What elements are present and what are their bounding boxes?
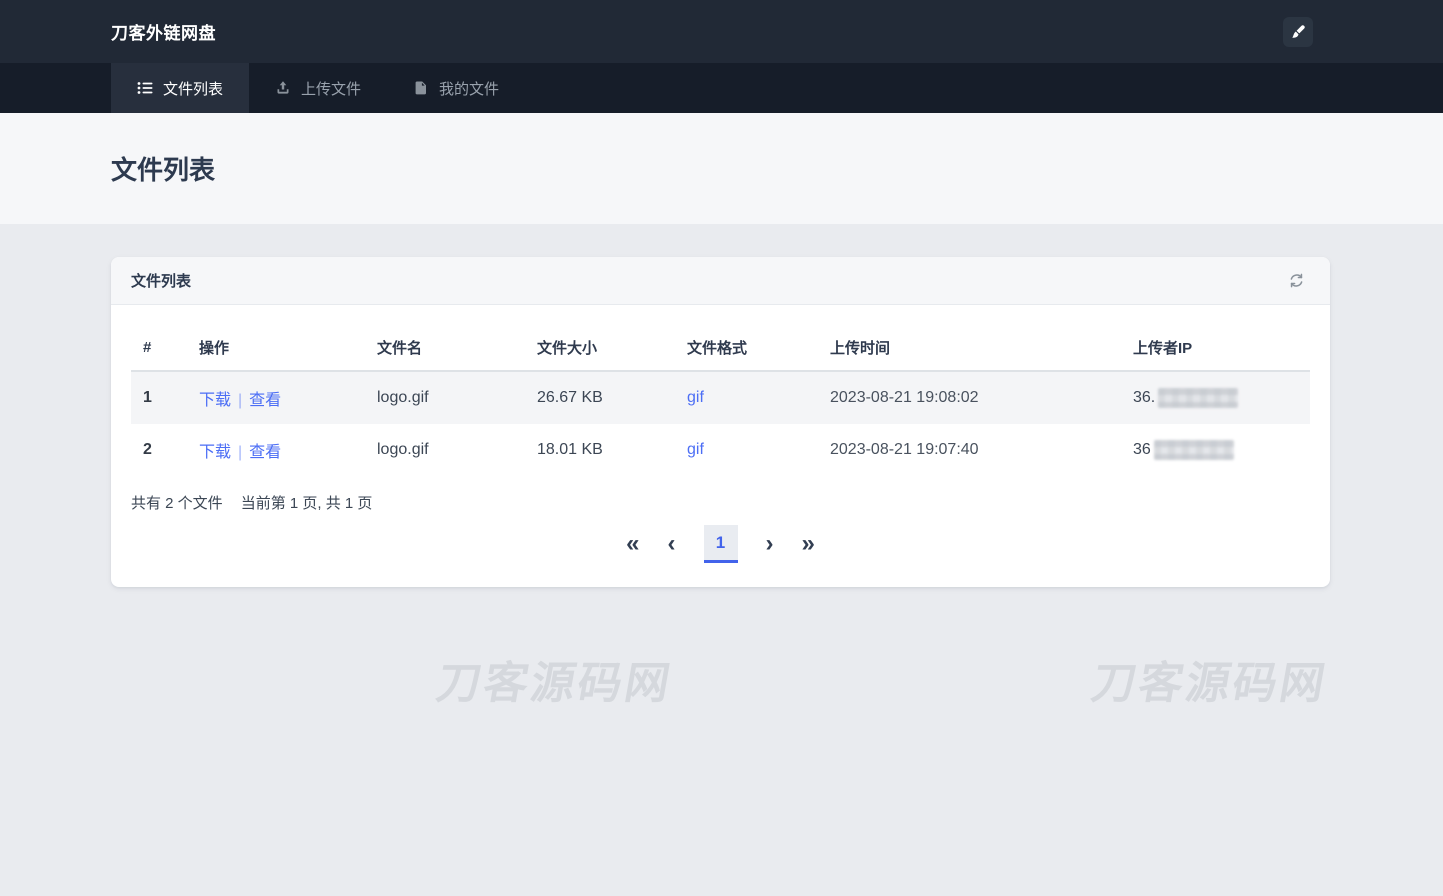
pagination-next-button[interactable]: ›: [760, 530, 780, 558]
pagination-last-button[interactable]: »: [796, 530, 821, 558]
row-index: 2: [143, 441, 152, 458]
view-link[interactable]: 查看: [249, 444, 281, 461]
ip-visible-text: 36: [1133, 441, 1151, 459]
main-nav: 文件列表 上传文件 我的文件: [0, 63, 1443, 113]
refresh-icon: [1287, 271, 1306, 290]
tab-label: 我的文件: [439, 80, 500, 98]
brand-title: 刀客外链网盘: [111, 24, 216, 43]
ip-redacted-blur: [1153, 440, 1234, 460]
pagination-prev-button[interactable]: ‹: [662, 530, 682, 558]
page-title: 文件列表: [111, 155, 216, 185]
row-actions: 下载 | 查看: [187, 371, 365, 424]
paintbrush-icon: [1290, 24, 1306, 40]
pagination-first-button[interactable]: «: [620, 530, 645, 558]
col-header-ip: 上传者IP: [1121, 325, 1310, 372]
col-header-index: #: [131, 325, 187, 372]
list-icon: [137, 80, 153, 96]
row-ip: 36: [1121, 424, 1310, 476]
action-separator: |: [238, 392, 243, 409]
watermark: 刀客源码网: [432, 659, 677, 708]
row-index: 1: [131, 371, 187, 424]
tab-file-list[interactable]: 文件列表: [111, 63, 250, 113]
upload-icon: [275, 80, 291, 96]
ip-redacted-blur: [1158, 388, 1239, 408]
col-header-filename: 文件名: [365, 325, 525, 372]
download-link[interactable]: 下载: [199, 444, 231, 461]
card-title: 文件列表: [131, 273, 192, 290]
file-table: # 操作 文件名 文件大小 文件格式 上传时间 上传者IP 1 下载 | 查看: [131, 325, 1310, 476]
row-size: 26.67 KB: [525, 371, 675, 424]
row-ip: 36.: [1121, 371, 1310, 424]
col-header-format: 文件格式: [675, 325, 818, 372]
card-header: 文件列表: [111, 257, 1330, 305]
table-row: 2 下载 | 查看 logo.gif 18.01 KB gif 2023-08-21…: [131, 424, 1310, 476]
row-format: gif: [675, 371, 818, 424]
tab-label: 文件列表: [163, 80, 224, 98]
header: 刀客源码网 刀客源码网 刀客外链网盘 文件列表: [0, 0, 1443, 113]
table-header-row: # 操作 文件名 文件大小 文件格式 上传时间 上传者IP: [131, 325, 1310, 372]
col-header-actions: 操作: [187, 325, 365, 372]
row-uploaded: 2023-08-21 19:07:40: [830, 441, 979, 458]
page-title-banner: 文件列表: [0, 113, 1443, 224]
format-link[interactable]: gif: [687, 389, 704, 406]
row-filename: logo.gif: [377, 441, 429, 458]
card-body: # 操作 文件名 文件大小 文件格式 上传时间 上传者IP 1 下载 | 查看: [111, 305, 1330, 587]
tab-my-files[interactable]: 我的文件: [387, 63, 525, 113]
tab-upload-file[interactable]: 上传文件: [249, 63, 387, 113]
col-header-uploaded: 上传时间: [818, 325, 1121, 372]
summary-total: 共有 2 个文件: [131, 495, 223, 512]
format-link[interactable]: gif: [687, 441, 704, 458]
table-summary: 共有 2 个文件 当前第 1 页, 共 1 页: [131, 492, 1310, 513]
table-row: 1 下载 | 查看 logo.gif 26.67 KB gif 2023-08-21…: [131, 371, 1310, 424]
row-format: gif: [675, 424, 818, 476]
refresh-button[interactable]: [1283, 267, 1310, 294]
pagination-current-page[interactable]: 1: [703, 525, 738, 563]
row-size: 18.01 KB: [537, 441, 603, 458]
pagination: « ‹ 1 › »: [131, 525, 1310, 563]
file-list-card: 文件列表 # 操作 文件名 文件大小 文件格式 上传时间 上传者IP 1 下载 …: [111, 257, 1330, 587]
main-content: 刀客源码网 刀客源码网 文件列表 # 操作 文件名 文件大小 文件格式 上传时间…: [0, 257, 1443, 896]
row-actions: 下载 | 查看: [187, 424, 365, 476]
action-separator: |: [238, 444, 243, 461]
topbar: 刀客外链网盘: [0, 0, 1443, 63]
download-link[interactable]: 下载: [199, 392, 231, 409]
theme-toggle-button[interactable]: [1283, 16, 1313, 47]
row-uploaded: 2023-08-21 19:08:02: [818, 371, 1121, 424]
ip-visible-text: 36.: [1133, 389, 1156, 407]
file-icon: [413, 80, 429, 96]
col-header-size: 文件大小: [525, 325, 675, 372]
summary-page-info: 当前第 1 页, 共 1 页: [240, 495, 373, 512]
view-link[interactable]: 查看: [249, 392, 281, 409]
tab-label: 上传文件: [301, 80, 362, 98]
watermark: 刀客源码网: [1087, 659, 1332, 708]
row-filename: logo.gif: [365, 371, 525, 424]
